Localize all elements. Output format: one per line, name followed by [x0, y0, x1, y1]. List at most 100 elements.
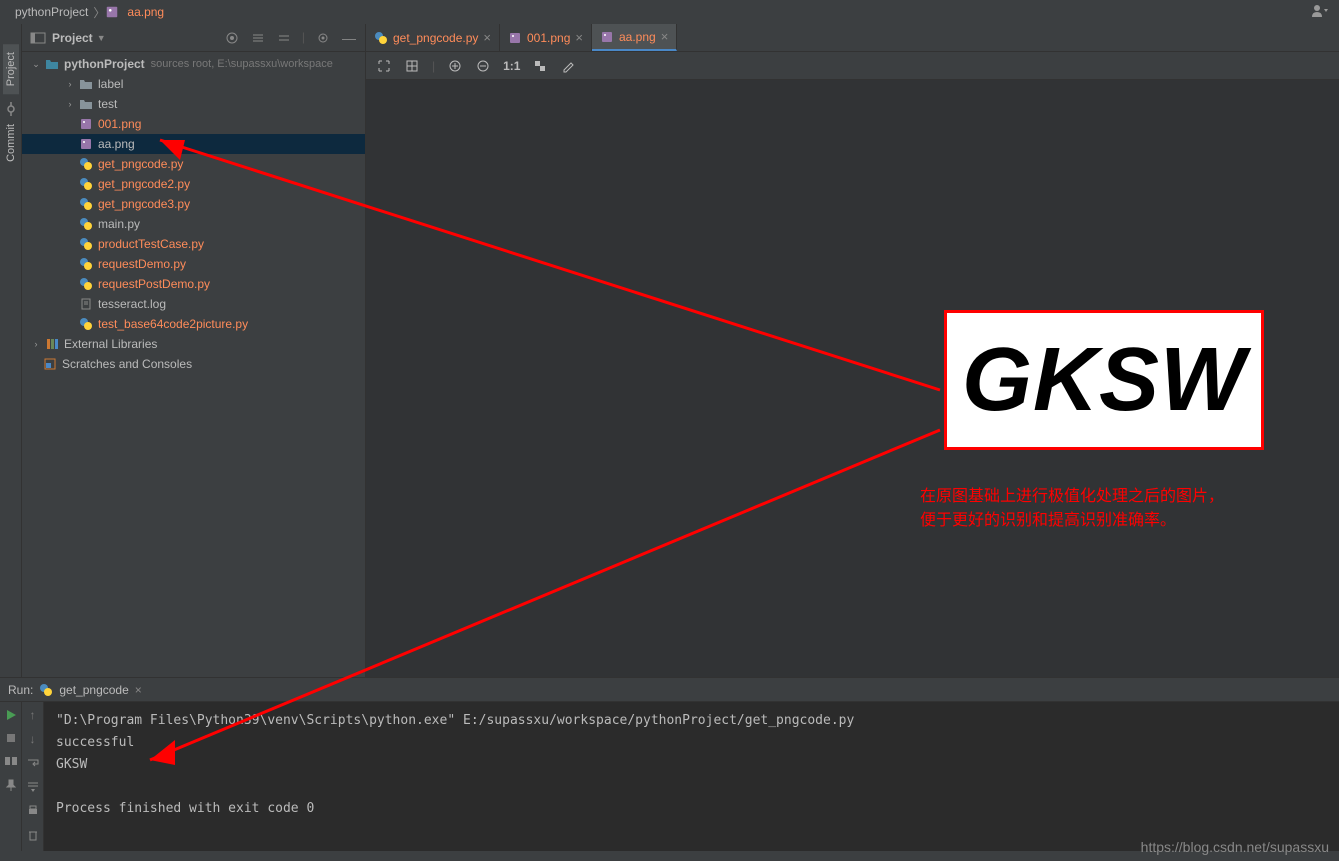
close-icon[interactable]: × — [483, 30, 491, 45]
fit-content-icon[interactable] — [376, 58, 392, 74]
collapse-all-icon[interactable] — [276, 30, 292, 46]
soft-wrap-icon[interactable] — [26, 756, 40, 770]
tree-item[interactable]: aa.png — [22, 134, 365, 154]
project-tree[interactable]: ⌄ pythonProject sources root, E:\supassx… — [22, 52, 365, 677]
tree-external-libs[interactable]: › External Libraries — [22, 334, 365, 354]
tree-item[interactable]: requestPostDemo.py — [22, 274, 365, 294]
print-icon[interactable] — [26, 804, 40, 818]
tree-label: Scratches and Consoles — [62, 357, 192, 371]
run-label: Run: — [8, 683, 33, 697]
tree-label: test — [98, 97, 117, 111]
libraries-icon — [44, 336, 60, 352]
image-icon — [78, 136, 94, 152]
settings-icon[interactable] — [315, 30, 331, 46]
tree-item[interactable]: › label — [22, 74, 365, 94]
run-controls-right: ↑ ↓ — [22, 702, 44, 851]
up-icon[interactable]: ↑ — [30, 708, 36, 722]
select-opened-file-icon[interactable] — [224, 30, 240, 46]
checkered-bg-icon[interactable] — [532, 58, 548, 74]
text-icon — [78, 296, 94, 312]
delete-icon[interactable] — [26, 828, 40, 842]
run-controls-left — [0, 702, 22, 851]
grid-icon[interactable] — [404, 58, 420, 74]
tree-label: 001.png — [98, 117, 141, 131]
layout-icon[interactable] — [4, 754, 18, 768]
console-output[interactable]: "D:\Program Files\Python39\venv\Scripts\… — [44, 702, 1339, 851]
python-icon — [78, 176, 94, 192]
pin-icon[interactable] — [4, 778, 18, 792]
run-panel-header: Run: get_pngcode × — [0, 678, 1339, 702]
tree-item[interactable]: get_pngcode.py — [22, 154, 365, 174]
commit-icon — [4, 102, 18, 116]
annotation-image-text: GKSW — [952, 329, 1256, 432]
tree-label: requestDemo.py — [98, 257, 186, 271]
project-title-label: Project — [52, 31, 93, 45]
tree-label: get_pngcode.py — [98, 157, 183, 171]
breadcrumb: pythonProject 〉 aa.png — [0, 0, 1339, 24]
tree-label: test_base64code2picture.py — [98, 317, 248, 331]
annotation-image-box: GKSW — [944, 310, 1264, 450]
close-icon[interactable]: × — [135, 683, 142, 697]
tree-item[interactable]: › test — [22, 94, 365, 114]
tree-item[interactable]: requestDemo.py — [22, 254, 365, 274]
tree-label: get_pngcode3.py — [98, 197, 190, 211]
editor-tab[interactable]: 001.png × — [500, 24, 592, 51]
folder-icon — [78, 76, 94, 92]
tree-label: External Libraries — [64, 337, 157, 351]
python-icon — [39, 683, 53, 697]
tree-label: pythonProject — [64, 57, 145, 71]
dropdown-icon: ▼ — [97, 33, 106, 43]
zoom-ratio-label[interactable]: 1:1 — [503, 59, 520, 73]
zoom-out-icon[interactable] — [475, 58, 491, 74]
commit-tool-tab[interactable]: Commit — [3, 116, 19, 170]
expand-arrow-icon[interactable]: › — [64, 78, 76, 90]
python-icon — [78, 216, 94, 232]
tree-label: main.py — [98, 217, 140, 231]
color-picker-icon[interactable] — [560, 58, 576, 74]
rerun-icon[interactable] — [4, 708, 18, 722]
expand-arrow-icon[interactable]: ⌄ — [30, 58, 42, 70]
image-icon — [78, 116, 94, 132]
project-tool-tab[interactable]: Project — [3, 44, 19, 94]
image-icon — [508, 31, 522, 45]
user-menu-icon[interactable] — [1311, 4, 1329, 18]
tree-scratches[interactable]: Scratches and Consoles — [22, 354, 365, 374]
tree-item[interactable]: productTestCase.py — [22, 234, 365, 254]
expand-arrow-icon[interactable]: › — [64, 98, 76, 110]
expand-arrow-icon[interactable]: › — [30, 338, 42, 350]
stop-icon[interactable] — [5, 732, 17, 744]
tree-item[interactable]: main.py — [22, 214, 365, 234]
tree-root[interactable]: ⌄ pythonProject sources root, E:\supassx… — [22, 54, 365, 74]
python-icon — [78, 236, 94, 252]
tab-label: aa.png — [619, 30, 656, 44]
tree-label: label — [98, 77, 123, 91]
breadcrumb-project[interactable]: pythonProject — [10, 5, 93, 19]
python-icon — [78, 256, 94, 272]
project-panel: Project ▼ | — ⌄ pythonProject sources ro… — [22, 24, 366, 677]
close-icon[interactable]: × — [661, 29, 669, 44]
tree-item[interactable]: tesseract.log — [22, 294, 365, 314]
tab-label: 001.png — [527, 31, 570, 45]
tree-item[interactable]: test_base64code2picture.py — [22, 314, 365, 334]
tree-label: productTestCase.py — [98, 237, 204, 251]
tree-item[interactable]: get_pngcode3.py — [22, 194, 365, 214]
run-config-name[interactable]: get_pngcode — [59, 683, 128, 697]
editor-tab[interactable]: get_pngcode.py× — [366, 24, 500, 51]
expand-all-icon[interactable] — [250, 30, 266, 46]
breadcrumb-file[interactable]: aa.png — [122, 5, 169, 19]
python-icon — [78, 316, 94, 332]
hide-icon[interactable]: — — [341, 30, 357, 46]
tree-item[interactable]: 001.png — [22, 114, 365, 134]
down-icon[interactable]: ↓ — [30, 732, 36, 746]
python-icon — [374, 31, 388, 45]
tree-item[interactable]: get_pngcode2.py — [22, 174, 365, 194]
project-panel-title[interactable]: Project ▼ — [52, 31, 218, 45]
tree-hint: sources root, E:\supassxu\workspace — [151, 58, 333, 70]
close-icon[interactable]: × — [575, 30, 583, 45]
scroll-to-end-icon[interactable] — [26, 780, 40, 794]
python-icon — [78, 196, 94, 212]
editor-tabs: get_pngcode.py× 001.png × aa.png × — [366, 24, 1339, 52]
editor-tab[interactable]: aa.png × — [592, 24, 677, 51]
image-viewer-toolbar: | 1:1 — [366, 52, 1339, 80]
zoom-in-icon[interactable] — [447, 58, 463, 74]
